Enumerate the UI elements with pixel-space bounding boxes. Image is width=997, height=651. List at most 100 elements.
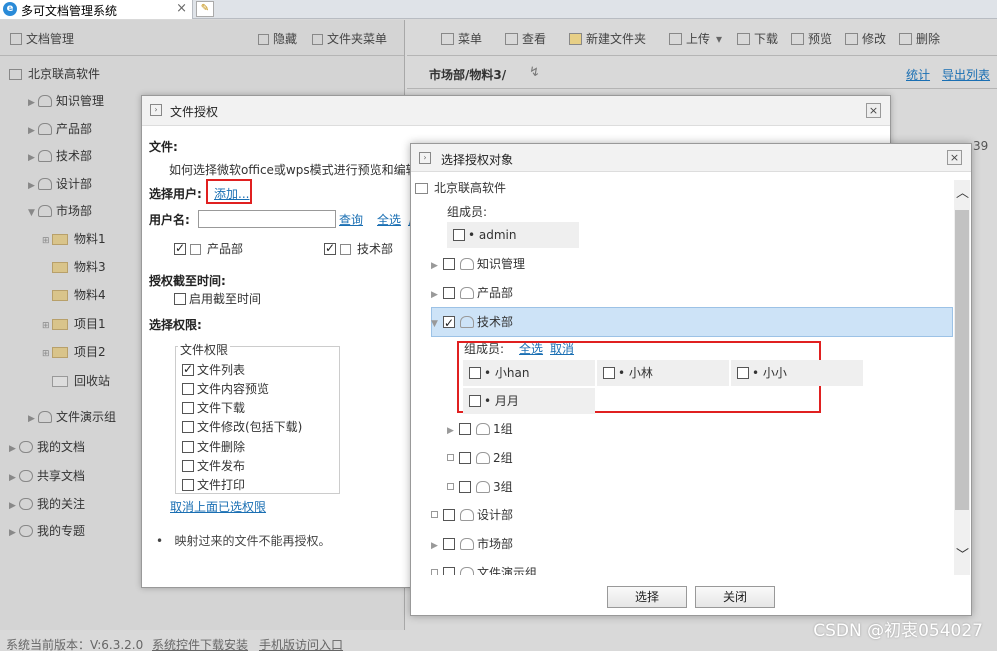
- dept-node[interactable]: ▶ 市场部: [431, 535, 513, 553]
- view-button[interactable]: 查看: [505, 30, 546, 47]
- cancel-selected-perms-link[interactable]: 取消上面已选权限: [170, 498, 266, 515]
- checkbox[interactable]: [443, 314, 455, 332]
- preview-button[interactable]: 预览: [791, 30, 832, 47]
- tree-item[interactable]: ▶ 产品部: [28, 120, 92, 138]
- delete-button[interactable]: 删除: [899, 30, 940, 47]
- selected-group[interactable]: 产品部: [174, 240, 243, 257]
- plugin-link[interactable]: 系统控件下载安装: [152, 636, 248, 651]
- checkbox[interactable]: [174, 241, 186, 255]
- dept-node-selected[interactable]: ▼技术部: [431, 313, 513, 332]
- checkbox[interactable]: [182, 383, 194, 395]
- perm-delete[interactable]: 文件删除: [182, 438, 245, 455]
- checkbox[interactable]: [443, 258, 455, 270]
- dialog-close-button[interactable]: ×: [866, 103, 881, 118]
- tree-root[interactable]: 北京联高软件: [9, 65, 100, 83]
- checkbox[interactable]: [453, 229, 465, 241]
- select-all-link[interactable]: 全选: [377, 211, 401, 228]
- tree-root[interactable]: 北京联高软件: [415, 179, 506, 197]
- perm-publish[interactable]: 文件发布: [182, 457, 245, 474]
- select-all-link[interactable]: 全选: [519, 340, 543, 358]
- export-list-link[interactable]: 导出列表: [942, 66, 990, 83]
- perm-download[interactable]: 文件下载: [182, 399, 245, 416]
- enable-expire-option[interactable]: 启用截至时间: [174, 290, 261, 307]
- new-tab-icon[interactable]: ✎: [196, 1, 214, 17]
- dept-node[interactable]: 设计部: [431, 506, 513, 524]
- checkbox[interactable]: [182, 362, 194, 376]
- username-input[interactable]: [198, 210, 336, 228]
- mobile-link[interactable]: 手机版访问入口: [259, 636, 343, 651]
- checkbox[interactable]: [174, 293, 186, 305]
- checkbox[interactable]: [469, 395, 481, 407]
- member-item[interactable]: • 小han: [463, 360, 595, 386]
- current-path: 市场部/物料3/: [429, 68, 507, 82]
- tree-folder[interactable]: ⊞ 项目1: [42, 315, 106, 333]
- dept-node[interactable]: ▶ 产品部: [431, 284, 513, 302]
- stat-link[interactable]: 统计: [906, 66, 930, 83]
- tree-item[interactable]: ▶ 技术部: [28, 147, 92, 165]
- query-link[interactable]: 查询: [339, 211, 363, 228]
- member-item[interactable]: • 月月: [463, 388, 595, 414]
- checkbox[interactable]: [443, 287, 455, 299]
- checkbox[interactable]: [459, 423, 471, 435]
- checkbox[interactable]: [459, 452, 471, 464]
- checkbox[interactable]: [182, 421, 194, 433]
- checkbox[interactable]: [443, 567, 455, 575]
- tree-folder[interactable]: ⊞ 项目2: [42, 343, 106, 361]
- perm-file-list[interactable]: 文件列表: [182, 361, 245, 378]
- checkbox[interactable]: [443, 509, 455, 521]
- checkbox[interactable]: [737, 367, 749, 379]
- download-button[interactable]: 下载: [737, 30, 778, 47]
- close-button[interactable]: 关闭: [695, 586, 775, 608]
- tree-item[interactable]: ▶ 知识管理: [28, 92, 104, 110]
- subgroup-node[interactable]: 2组: [447, 449, 513, 467]
- scrollbar[interactable]: ︿ ﹀: [954, 180, 970, 575]
- new-folder-button[interactable]: 新建文件夹: [569, 30, 646, 47]
- menu-button[interactable]: 菜单: [441, 30, 482, 47]
- selected-group[interactable]: 技术部: [324, 240, 393, 257]
- tree-item[interactable]: ▶ 文件演示组: [28, 408, 116, 426]
- tree-my-follows[interactable]: ▶ 我的关注: [9, 495, 85, 513]
- edit-button[interactable]: 修改: [845, 30, 886, 47]
- tree-my-documents[interactable]: ▶ 我的文档: [9, 438, 85, 456]
- checkbox[interactable]: [603, 367, 615, 379]
- tree-shared-documents[interactable]: ▶ 共享文档: [9, 467, 85, 485]
- member-item[interactable]: • 小林: [597, 360, 729, 386]
- scroll-up-icon[interactable]: ︿: [956, 182, 969, 201]
- tree-folder[interactable]: ⊞ 物料1: [42, 230, 106, 248]
- dept-node[interactable]: 文件演示组: [431, 564, 537, 575]
- checkbox[interactable]: [182, 402, 194, 414]
- tree-folder[interactable]: 物料4: [52, 286, 106, 304]
- checkbox[interactable]: [469, 367, 481, 379]
- tree-recycle-bin[interactable]: 回收站: [52, 372, 110, 390]
- perm-print[interactable]: 文件打印: [182, 476, 245, 493]
- checkbox[interactable]: [182, 460, 194, 472]
- tab-close-icon[interactable]: ×: [176, 1, 187, 16]
- scrollbar-thumb[interactable]: [955, 210, 969, 510]
- checkbox[interactable]: [443, 538, 455, 550]
- dialog-icon: ›: [419, 152, 431, 164]
- dept-node[interactable]: ▶ 知识管理: [431, 255, 525, 273]
- cancel-link[interactable]: 取消: [550, 340, 574, 358]
- checkbox[interactable]: [182, 441, 194, 453]
- tree-folder[interactable]: 物料3: [52, 258, 106, 276]
- tree-item[interactable]: ▼ 市场部: [28, 202, 92, 220]
- folder-menu-button[interactable]: 文件夹菜单: [312, 30, 387, 47]
- perm-modify[interactable]: 文件修改(包括下载): [182, 418, 302, 435]
- scroll-down-icon[interactable]: ﹀: [956, 544, 969, 563]
- dialog-close-button[interactable]: ×: [947, 150, 962, 165]
- member-admin[interactable]: • admin: [447, 222, 579, 248]
- select-button[interactable]: 选择: [607, 586, 687, 608]
- hide-button[interactable]: 隐藏: [258, 30, 297, 47]
- upload-button[interactable]: 上传 ▾: [669, 30, 722, 47]
- browser-tab[interactable]: e 多可文档管理系统 ×: [0, 0, 193, 19]
- member-item[interactable]: • 小小: [731, 360, 863, 386]
- refresh-icon[interactable]: ↯: [529, 65, 540, 80]
- subgroup-node[interactable]: ▶ 1组: [447, 420, 513, 438]
- tree-my-topics[interactable]: ▶ 我的专题: [9, 522, 85, 540]
- subgroup-node[interactable]: 3组: [447, 478, 513, 496]
- perm-preview[interactable]: 文件内容预览: [182, 380, 269, 397]
- checkbox[interactable]: [324, 241, 336, 255]
- checkbox[interactable]: [459, 481, 471, 493]
- checkbox[interactable]: [182, 479, 194, 491]
- tree-item[interactable]: ▶ 设计部: [28, 175, 92, 193]
